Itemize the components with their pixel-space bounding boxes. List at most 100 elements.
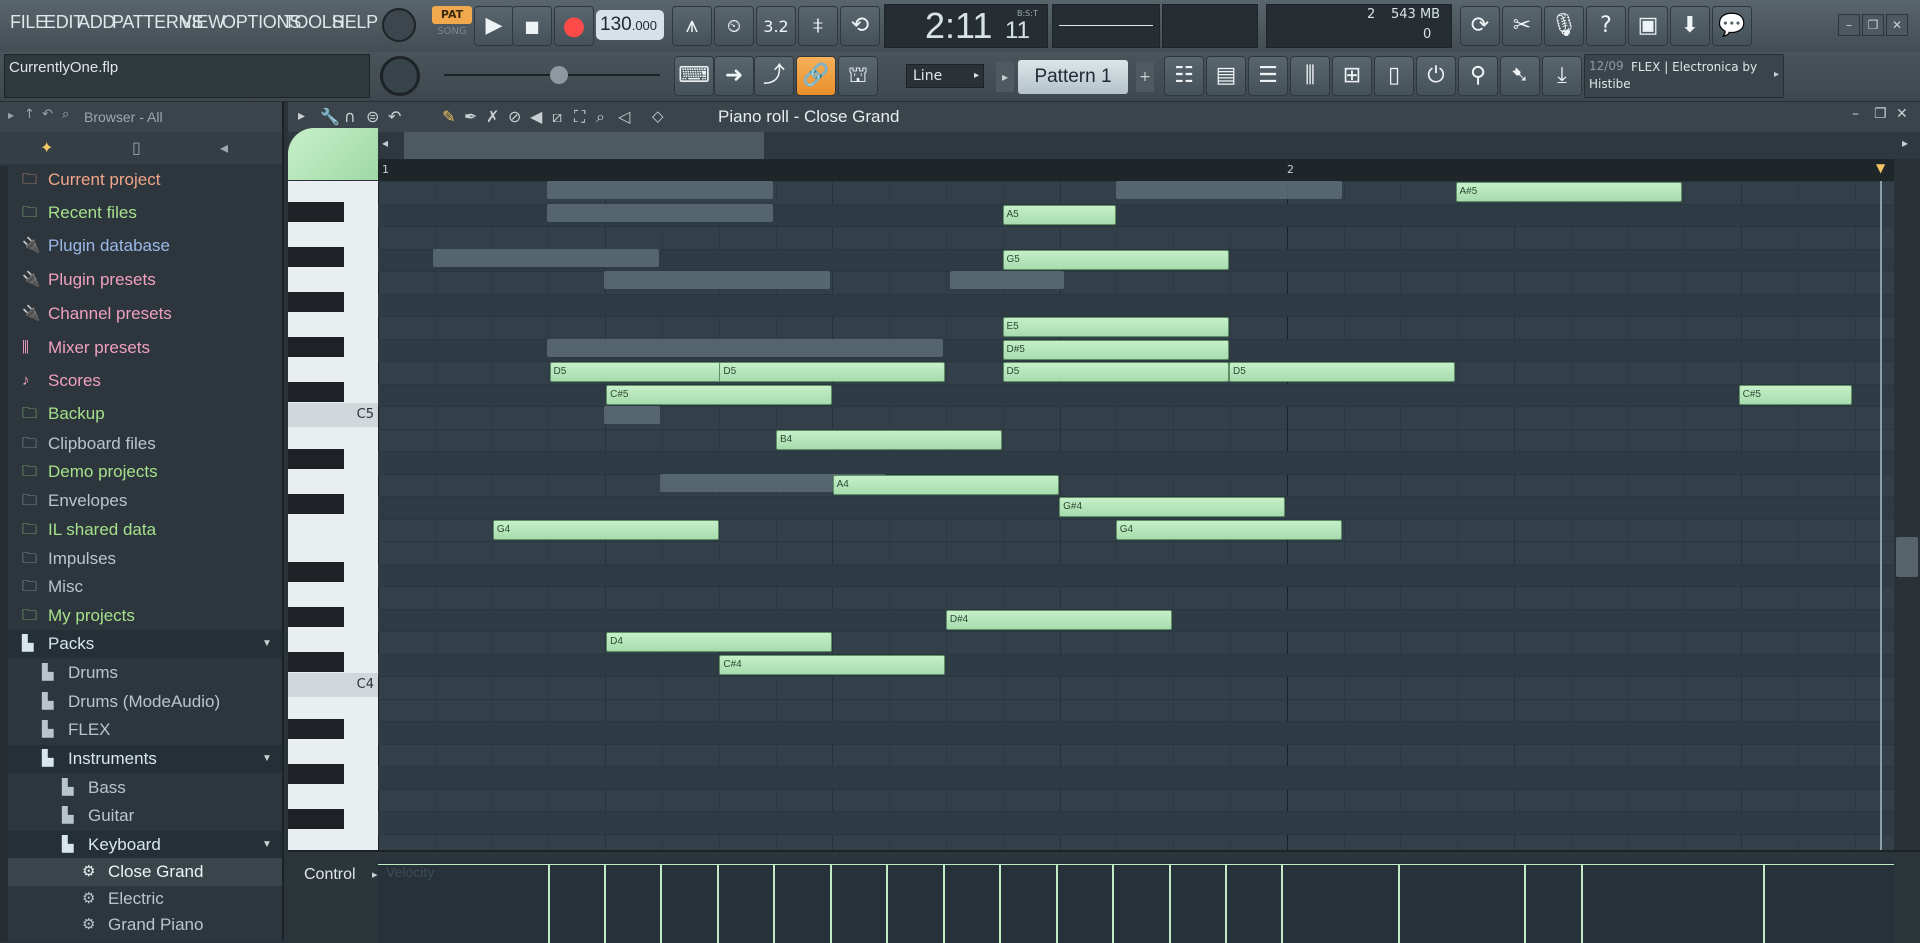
restore-button[interactable]: ❐ [1862,14,1884,36]
black-key[interactable] [288,336,344,357]
slice-icon[interactable]: ⧄ [552,107,562,127]
note-dsharp5[interactable]: D#5 [1002,339,1229,360]
chevron-right-icon[interactable]: ▸ [8,108,14,122]
countdown-button[interactable]: 3.2 [756,6,796,46]
black-key[interactable] [288,764,344,784]
close-button[interactable]: ✕ [1886,14,1908,36]
chevron-right-icon[interactable]: ▸ [298,108,305,124]
note-csharp4[interactable]: C#4 [719,654,946,675]
note-a4[interactable]: A4 [832,474,1059,495]
velocity-bar[interactable] [999,864,1001,943]
touch-controller-button[interactable]: ⚲ [1458,56,1498,96]
browser-item-demo-projects[interactable]: 🗀 Demo projects [0,458,282,486]
playback-icon[interactable]: ⊜ [366,107,379,126]
browser-item-plugin-database[interactable]: 🔌 Plugin database [0,232,282,260]
current-project-tab-icon[interactable]: ▯ [132,138,141,157]
undo-icon[interactable]: ↶ [388,107,401,126]
black-key[interactable] [288,449,344,469]
note-g5[interactable]: G5 [1002,249,1229,270]
restore-icon[interactable]: ❐ [1874,106,1887,122]
control-label[interactable]: Control [304,866,356,884]
mixer-button[interactable]: ⫼ [1290,56,1330,96]
plugin-tab-icon[interactable]: ◂ [220,138,228,157]
black-key[interactable] [288,494,344,514]
news-panel[interactable]: 12/09 FLEX | Electronica by Histibe ▸ [1584,54,1784,98]
search-icon[interactable]: ⌕ [62,107,69,122]
snap-magnet-button[interactable]: ⛫ [838,56,878,96]
black-key[interactable] [288,561,344,582]
undo-icon[interactable]: ↶ [42,107,53,122]
browser-item-recent-files[interactable]: 🗀 Recent files [0,199,282,227]
browser-item-close-grand[interactable]: ⚙ Close Grand [0,858,282,886]
plugin-database-button[interactable]: ⏻ [1416,56,1456,96]
pat-mode-button[interactable]: PAT [432,6,472,24]
metronome-button[interactable]: ⩚ [672,6,712,46]
note-d4[interactable]: D4 [606,632,833,652]
browser-filter-label[interactable]: Browser - All [84,109,163,125]
note-d5[interactable]: D5 [1002,362,1229,382]
stop-button[interactable]: ■ [512,6,552,46]
scroll-thumb[interactable] [1896,537,1918,577]
note-grid[interactable]: A#5 A5 G5 E5 D#5 D5 D5 D5 D5 C#5 C#5 B4 A4 G#4 G4 G4 D#4… [378,181,1894,850]
velocity-bar[interactable] [1398,864,1400,943]
note-g4[interactable]: G4 [492,519,719,540]
browser-item-guitar[interactable]: ▙ Guitar [0,802,282,830]
black-key[interactable] [288,246,344,267]
note-d5[interactable]: D5 [1229,362,1455,382]
browser-item-backup[interactable]: 🗀 Backup [0,400,282,428]
chevron-left-icon[interactable]: ◂ [382,136,388,150]
black-key[interactable] [288,809,344,829]
browser-item-current-project[interactable]: 🗀 Current project [0,166,282,194]
velocity-bar[interactable] [1581,864,1583,943]
overview-window[interactable] [404,132,764,159]
piano-roll-overview[interactable]: ◂ ▸ [288,128,1920,180]
velocity-bar[interactable] [773,864,775,943]
velocity-bar[interactable] [830,864,832,943]
time-display[interactable]: 2:11 11 B:S:T [884,4,1048,48]
slide-button[interactable]: ⤴ [754,56,794,96]
black-key[interactable] [288,606,344,627]
chevron-down-icon[interactable]: ▼ [262,831,272,859]
typing-keyboard-button[interactable]: ⌨ [674,56,714,96]
song-mode-button[interactable]: SONG [432,26,472,42]
mute-tool-icon[interactable]: ⊘ [508,107,521,126]
velocity-bar[interactable] [1225,864,1227,943]
note-e5[interactable]: E5 [1002,317,1229,337]
octave-key[interactable]: C5 [288,403,378,427]
black-key[interactable] [288,651,344,672]
velocity-bar[interactable] [1763,864,1765,943]
slider-handle[interactable] [550,66,568,84]
help-button[interactable]: ? [1586,6,1626,46]
piano-roll-button[interactable]: ▤ [1206,56,1246,96]
menu-help[interactable]: HELP [332,12,378,33]
all-files-tab-icon[interactable]: ✦ [40,138,53,157]
velocity-bar[interactable] [1281,864,1283,943]
audio-input-button[interactable]: 🎙 [1544,6,1584,46]
menu-view[interactable]: VIEW [180,12,225,33]
browser-item-scores[interactable]: ♪ Scores [0,367,282,395]
play-button[interactable]: ▶ [474,6,514,46]
select-icon[interactable]: ⛶ [574,107,585,127]
project-browser-button[interactable]: ▯ [1374,56,1414,96]
delete-tool-icon[interactable]: ✗ [486,107,499,126]
note-a5[interactable]: A5 [1002,204,1116,225]
tempo-display[interactable]: 130.000 [596,10,664,40]
browser-item-instruments[interactable]: ▙ Instruments ▼ [0,745,282,773]
velocity-bar[interactable] [1112,864,1114,943]
browser-item-mixer-presets[interactable]: ⫼ Mixer presets [0,334,282,362]
menu-add[interactable]: ADD [78,12,115,33]
up-arrow-icon[interactable]: ↑ [24,107,35,122]
chevron-right-icon[interactable]: ▸ [372,868,378,881]
render-button[interactable]: ⬇ [1670,6,1710,46]
velocity-bar[interactable] [886,864,888,943]
velocity-lane[interactable]: Velocity [378,860,1894,943]
brush-icon[interactable]: ✒ [464,107,477,126]
octave-key[interactable]: C4 [288,673,378,697]
time-ruler[interactable]: 1 2 ▼ [378,159,1894,181]
browser-item-clipboard-files[interactable]: 🗀 Clipboard files [0,430,282,458]
velocity-bar[interactable] [1524,864,1526,943]
velocity-bar[interactable] [1056,864,1058,943]
zoom-icon[interactable]: ⌕ [596,107,605,127]
note-d5[interactable]: D5 [719,362,946,382]
cut-button[interactable]: ✂ [1502,6,1542,46]
